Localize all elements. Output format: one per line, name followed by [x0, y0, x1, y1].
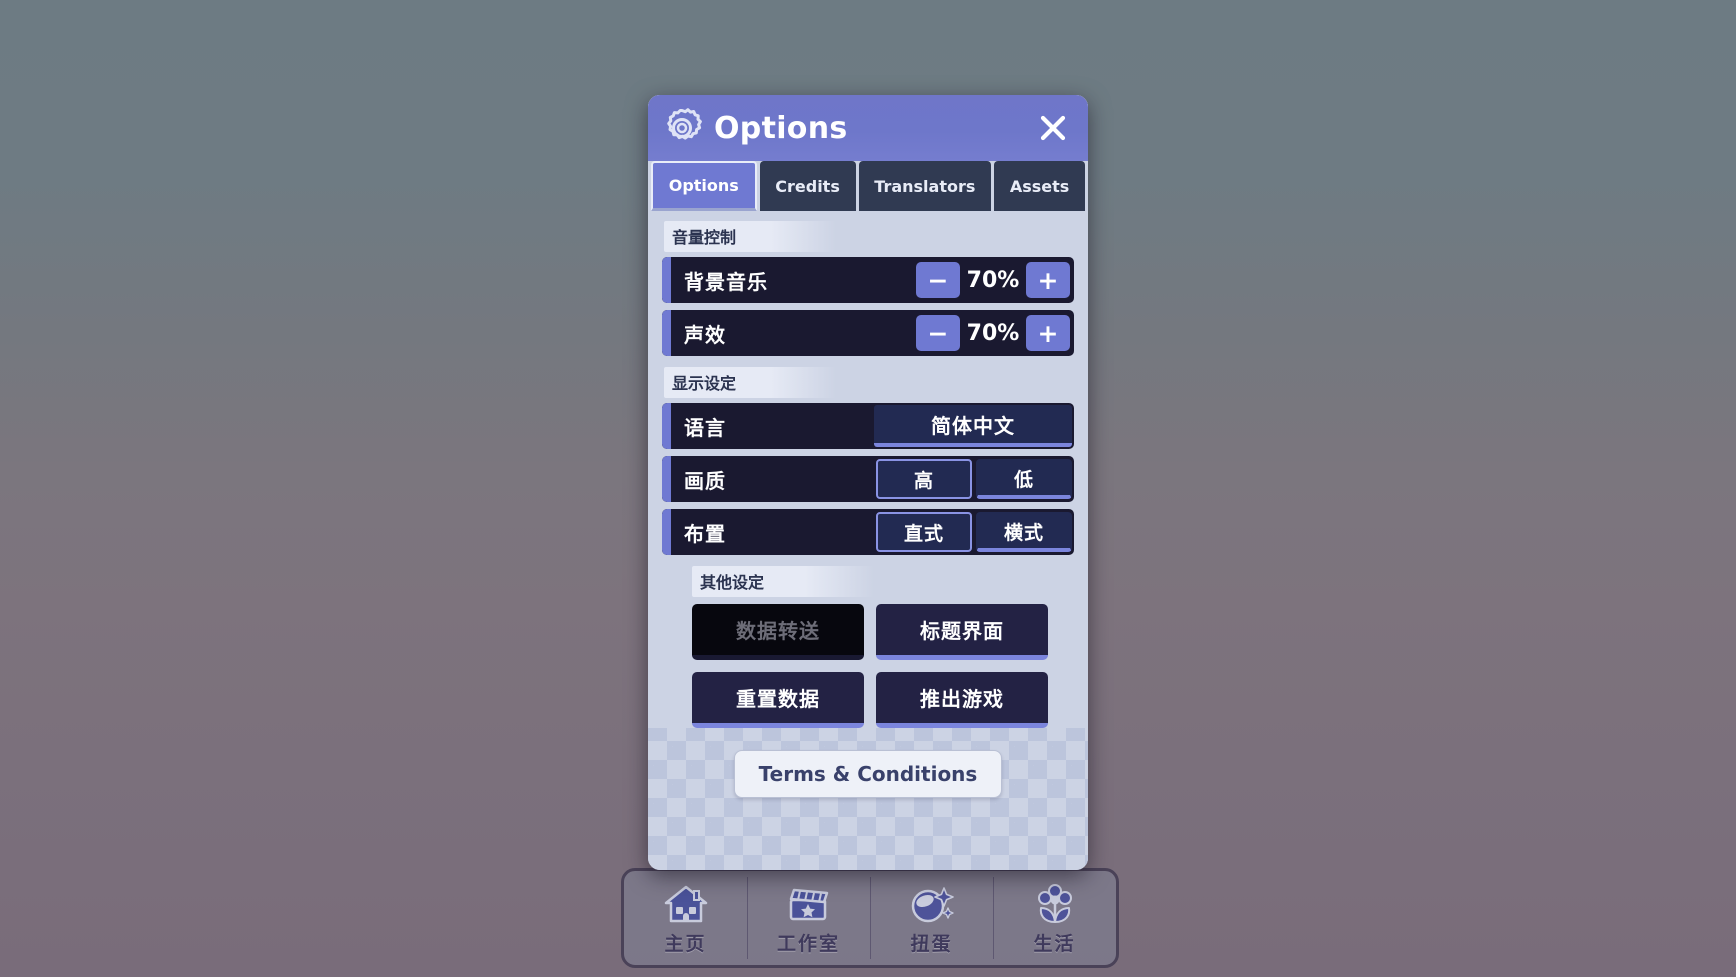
- sfx-volume-value: 70%: [966, 320, 1020, 346]
- terms-and-conditions-button[interactable]: Terms & Conditions: [733, 750, 1003, 798]
- nav-item-studio[interactable]: 工作室: [747, 871, 870, 965]
- setting-row-language: 语言 简体中文: [662, 403, 1074, 449]
- terms-row: Terms & Conditions: [662, 750, 1074, 798]
- quit-game-button[interactable]: 推出游戏: [876, 672, 1048, 728]
- sfx-increase-button[interactable]: +: [1026, 315, 1070, 351]
- quality-option-low[interactable]: 低: [976, 459, 1072, 499]
- setting-row-bgm: 背景音乐 − 70% +: [662, 257, 1074, 303]
- section-header-display: 显示设定: [664, 367, 836, 398]
- bgm-decrease-button[interactable]: −: [916, 262, 960, 298]
- tab-assets[interactable]: Assets: [994, 161, 1085, 211]
- setting-label-language: 语言: [684, 415, 726, 440]
- gear-icon: [662, 108, 702, 148]
- nav-label-gacha: 扭蛋: [910, 932, 953, 955]
- language-select[interactable]: 简体中文: [874, 405, 1072, 447]
- bgm-volume-value: 70%: [966, 267, 1020, 293]
- nav-item-gacha[interactable]: 扭蛋: [870, 871, 993, 965]
- modal-title-bar: Options: [648, 95, 1088, 161]
- flower-icon: [1029, 881, 1081, 927]
- tab-options[interactable]: Options: [651, 161, 757, 211]
- other-settings-grid: 数据转送 标题界面 重置数据 推出游戏: [692, 604, 1048, 728]
- quality-toggle-group: 高 低: [876, 459, 1072, 499]
- quality-option-high[interactable]: 高: [876, 459, 972, 499]
- section-header-other: 其他设定: [692, 566, 874, 597]
- setting-label-layout: 布置: [684, 521, 726, 546]
- nav-item-life[interactable]: 生活: [993, 871, 1116, 965]
- data-transfer-button: 数据转送: [692, 604, 864, 660]
- layout-toggle-group: 直式 横式: [876, 512, 1072, 552]
- sfx-decrease-button[interactable]: −: [916, 315, 960, 351]
- section-header-volume: 音量控制: [664, 221, 836, 252]
- nav-label-life: 生活: [1033, 932, 1076, 955]
- setting-row-quality: 画质 高 低: [662, 456, 1074, 502]
- house-icon: [660, 881, 712, 927]
- nav-item-home[interactable]: 主页: [624, 871, 747, 965]
- layout-option-portrait[interactable]: 直式: [876, 512, 972, 552]
- reset-data-button[interactable]: 重置数据: [692, 672, 864, 728]
- title-screen-button[interactable]: 标题界面: [876, 604, 1048, 660]
- setting-label-quality: 画质: [684, 468, 726, 493]
- nav-label-home: 主页: [664, 932, 707, 955]
- bottom-navigation-bar: 主页 工作室 扭蛋 生活: [621, 868, 1119, 968]
- setting-label-sfx: 声效: [684, 322, 726, 347]
- setting-row-layout: 布置 直式 横式: [662, 509, 1074, 555]
- clapperboard-icon: [783, 881, 835, 927]
- page-title: Options: [714, 110, 848, 146]
- setting-row-sfx: 声效 − 70% +: [662, 310, 1074, 356]
- close-icon[interactable]: [1034, 109, 1072, 147]
- tab-strip: Options Credits Translators Assets: [648, 161, 1088, 211]
- gacha-ball-icon: [906, 881, 958, 927]
- tab-translators[interactable]: Translators: [858, 161, 992, 211]
- nav-label-studio: 工作室: [776, 932, 840, 955]
- bottom-nav-shell: 主页 工作室 扭蛋 生活: [621, 868, 1119, 975]
- tab-credits[interactable]: Credits: [759, 161, 856, 211]
- setting-label-bgm: 背景音乐: [684, 269, 768, 294]
- layout-option-landscape[interactable]: 横式: [976, 512, 1072, 552]
- options-modal: Options Options Credits Translators Asse…: [648, 95, 1088, 870]
- options-content: 音量控制 背景音乐 − 70% + 声效 − 70% + 显示设定 语言 简体中…: [648, 211, 1088, 870]
- bgm-increase-button[interactable]: +: [1026, 262, 1070, 298]
